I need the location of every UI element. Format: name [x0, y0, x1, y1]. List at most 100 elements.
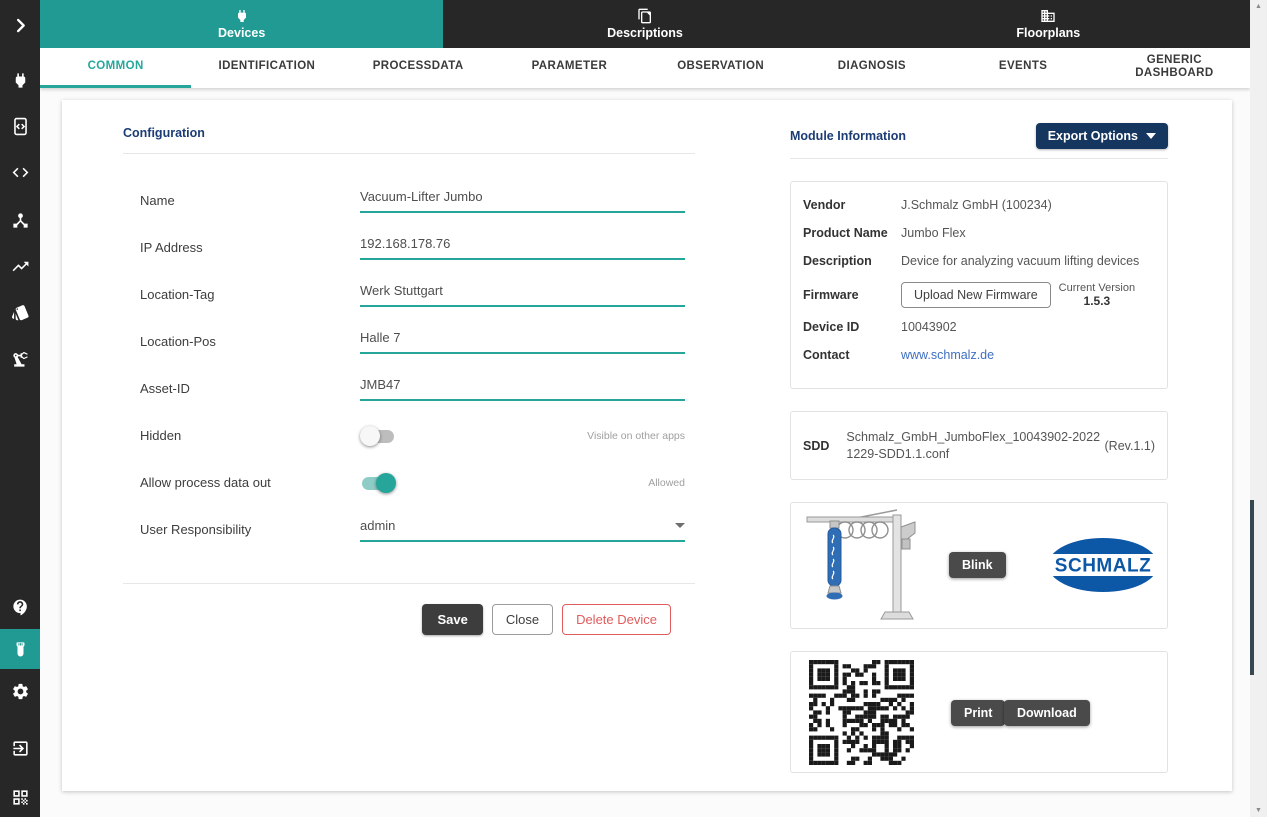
blink-button[interactable]: Blink [949, 552, 1006, 578]
configuration-title: Configuration [123, 126, 695, 140]
subtab-parameter[interactable]: PARAMETER [494, 48, 645, 88]
name-input[interactable]: Vacuum-Lifter Jumbo [360, 189, 685, 213]
vacuum-lifter-illustration [799, 507, 949, 625]
product-name-value: Jumbo Flex [901, 226, 966, 241]
scrollbar-thumb[interactable] [1250, 500, 1254, 675]
subtab-identification[interactable]: IDENTIFICATION [191, 48, 342, 88]
export-options-button[interactable]: Export Options [1036, 123, 1168, 149]
subtab-observation[interactable]: OBSERVATION [645, 48, 796, 88]
help-icon[interactable] [0, 587, 40, 627]
description-value: Device for analyzing vacuum lifting devi… [901, 254, 1139, 269]
asset-id-label: Asset-ID [140, 381, 360, 396]
vendor-value: J.Schmalz GmbH (100234) [901, 198, 1052, 213]
tab-floorplans[interactable]: Floorplans [847, 0, 1250, 48]
scroll-up-arrow-icon[interactable]: ▲ [1250, 3, 1267, 10]
schmalz-logo-text: SCHMALZ [1055, 556, 1151, 577]
download-button[interactable]: Download [1004, 700, 1090, 726]
plug-icon [234, 8, 250, 24]
logout-icon[interactable] [0, 728, 40, 768]
subtab-events[interactable]: EVENTS [948, 48, 1099, 88]
form-row-asset-id: Asset-ID JMB47 [140, 365, 695, 412]
form-row-hidden: Hidden Visible on other apps [140, 412, 695, 459]
form-row-process-data-out: Allow process data out Allowed [140, 459, 695, 506]
subtab-processdata[interactable]: PROCESSDATA [343, 48, 494, 88]
subtab-diagnosis[interactable]: DIAGNOSIS [796, 48, 947, 88]
device-info-card: Vendor J.Schmalz GmbH (100234) Product N… [790, 181, 1168, 389]
labels-icon[interactable] [0, 292, 40, 332]
process-data-out-label: Allow process data out [140, 475, 360, 490]
tab-descriptions-label: Descriptions [607, 26, 683, 40]
tab-floorplans-label: Floorplans [1016, 26, 1080, 40]
product-name-row: Product Name Jumbo Flex [803, 226, 1155, 241]
close-button[interactable]: Close [492, 604, 553, 635]
location-tag-input[interactable]: Werk Stuttgart [360, 283, 685, 307]
subtab-generic-dashboard[interactable]: GENERIC DASHBOARD [1099, 48, 1250, 88]
firmware-version: Current Version 1.5.3 [1059, 282, 1135, 308]
ip-address-input[interactable]: 192.168.178.76 [360, 236, 685, 260]
hidden-hint: Visible on other apps [587, 430, 685, 442]
device-id-row: Device ID 10043902 [803, 320, 1155, 335]
sdd-label: SDD [803, 439, 829, 453]
sdd-revision: (Rev.1.1) [1105, 439, 1155, 453]
print-button[interactable]: Print [951, 700, 1005, 726]
asset-id-input[interactable]: JMB47 [360, 377, 685, 401]
process-data-out-toggle[interactable] [360, 473, 396, 493]
main-area: Configuration Name Vacuum-Lifter Jumbo I… [40, 88, 1250, 817]
building-icon [1040, 8, 1056, 24]
device-subtab-bar: COMMON IDENTIFICATION PROCESSDATA PARAME… [40, 48, 1250, 88]
divider [790, 158, 1168, 159]
firmware-version-number: 1.5.3 [1059, 294, 1135, 308]
contact-row: Contact www.schmalz.de [803, 348, 1155, 363]
delete-device-button[interactable]: Delete Device [562, 604, 671, 635]
left-sidebar [0, 0, 40, 817]
firmware-row: Firmware Upload New Firmware Current Ver… [803, 282, 1155, 308]
save-button[interactable]: Save [422, 604, 482, 635]
location-pos-input[interactable]: Halle 7 [360, 330, 685, 354]
top-tab-bar: Devices Descriptions Floorplans [40, 0, 1250, 48]
vertical-scrollbar[interactable]: ▲ ▼ [1250, 0, 1267, 817]
tab-devices-label: Devices [218, 26, 265, 40]
user-responsibility-label: User Responsibility [140, 522, 360, 537]
location-tag-label: Location-Tag [140, 287, 360, 302]
name-label: Name [140, 193, 360, 208]
analytics-trend-icon[interactable] [0, 246, 40, 286]
device-id-value: 10043902 [901, 320, 957, 335]
hidden-label: Hidden [140, 428, 360, 443]
contact-link[interactable]: www.schmalz.de [901, 348, 994, 363]
ip-address-label: IP Address [140, 240, 360, 255]
configuration-form: Name Vacuum-Lifter Jumbo IP Address 192.… [123, 177, 695, 553]
device-hub-icon[interactable] [0, 200, 40, 240]
gripper-icon[interactable] [0, 629, 40, 669]
chevron-down-icon [1146, 133, 1156, 139]
scroll-down-arrow-icon[interactable]: ▼ [1250, 807, 1267, 814]
qr-card: Print Download [790, 651, 1168, 773]
form-row-name: Name Vacuum-Lifter Jumbo [140, 177, 695, 224]
process-data-out-hint: Allowed [648, 477, 685, 489]
devices-plug-icon[interactable] [0, 60, 40, 100]
schmalz-logo: SCHMALZ [1047, 535, 1159, 595]
form-row-location-pos: Location-Pos Halle 7 [140, 318, 695, 365]
description-row: Description Device for analyzing vacuum … [803, 254, 1155, 269]
subtab-common[interactable]: COMMON [40, 48, 191, 88]
qr-scanner-icon[interactable] [0, 777, 40, 817]
code-icon[interactable] [0, 152, 40, 192]
tab-descriptions[interactable]: Descriptions [443, 0, 846, 48]
qr-code-image [809, 660, 914, 765]
form-actions: Save Close Delete Device [123, 604, 695, 635]
module-information-section: Module Information Export Options Vendor… [790, 123, 1168, 773]
device-parameters-icon[interactable] [0, 106, 40, 146]
module-information-title: Module Information [790, 129, 906, 143]
sdd-card: SDD Schmalz_GmbH_JumboFlex_10043902-2022… [790, 411, 1168, 480]
sdd-filename: Schmalz_GmbH_JumboFlex_10043902-20221229… [846, 429, 1104, 463]
hidden-toggle[interactable] [360, 426, 396, 446]
upload-firmware-button[interactable]: Upload New Firmware [901, 282, 1051, 308]
user-responsibility-select[interactable]: admin [360, 518, 685, 542]
expand-sidebar-icon[interactable] [0, 5, 40, 45]
chevron-down-icon [675, 523, 685, 528]
vendor-row: Vendor J.Schmalz GmbH (100234) [803, 198, 1155, 213]
configuration-section: Configuration Name Vacuum-Lifter Jumbo I… [123, 126, 695, 635]
robot-arm-icon[interactable] [0, 339, 40, 379]
user-responsibility-value: admin [360, 518, 395, 533]
settings-gear-icon[interactable] [0, 671, 40, 711]
tab-devices[interactable]: Devices [40, 0, 443, 48]
